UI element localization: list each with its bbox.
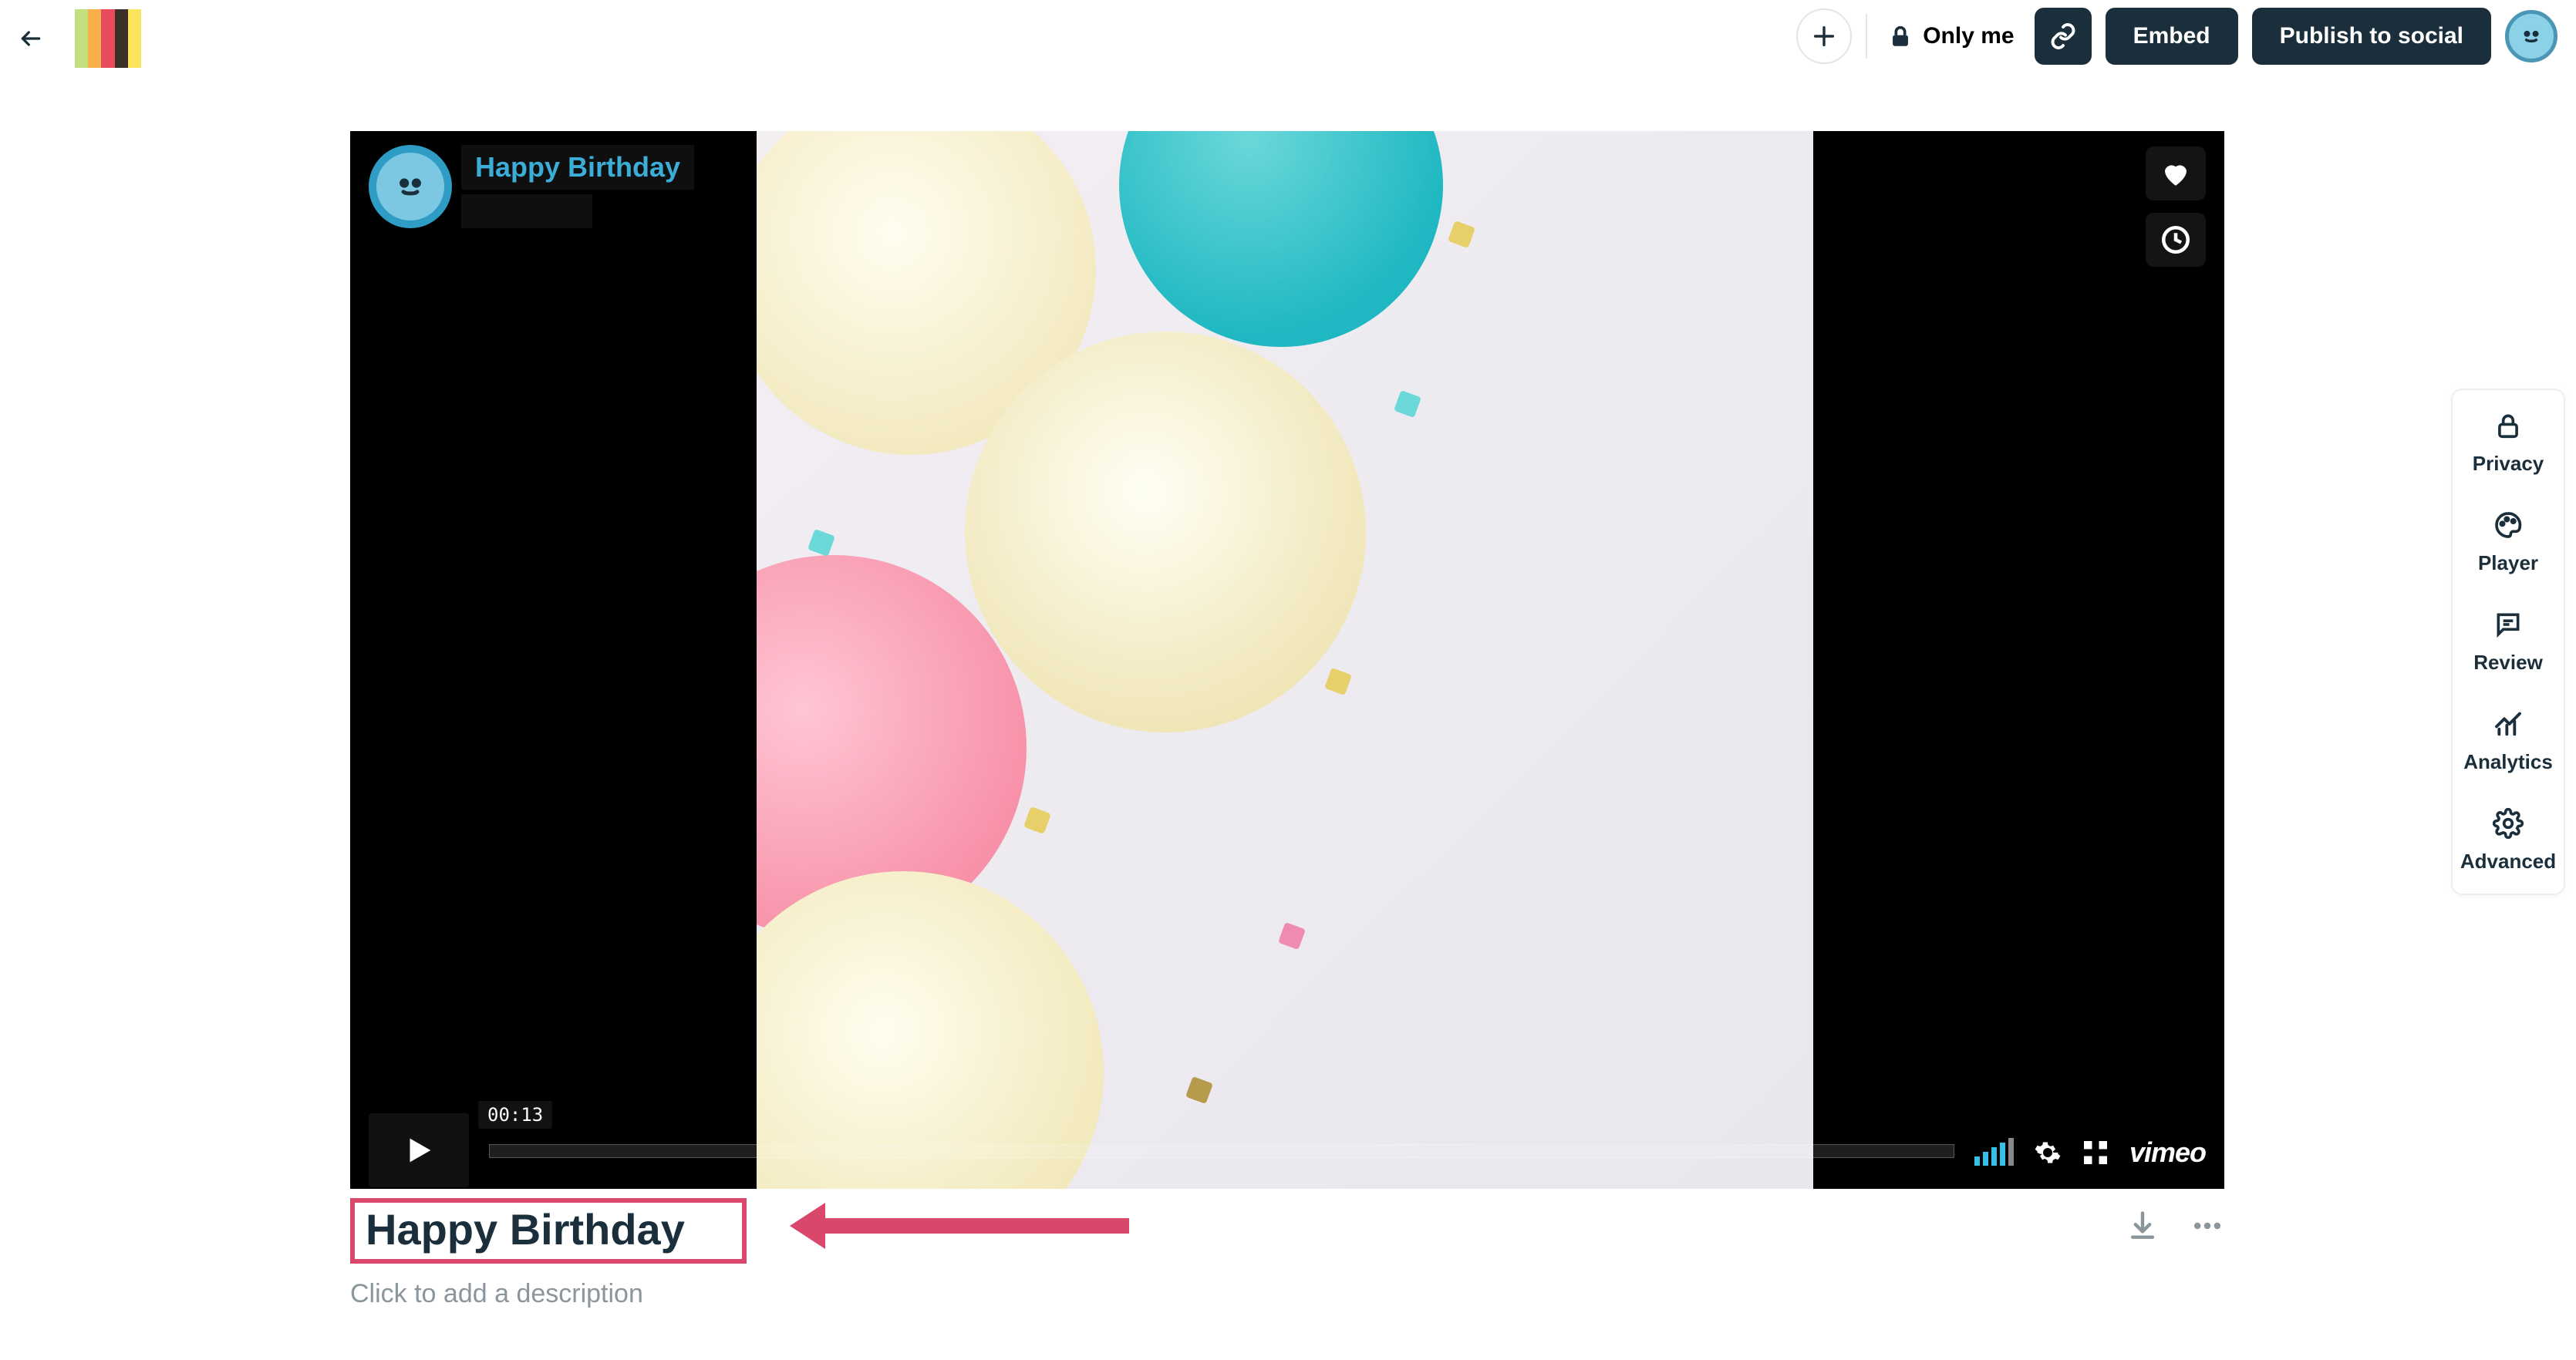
overlay-owner-name[interactable]: [461, 194, 592, 228]
clock-icon: [2160, 224, 2192, 256]
player-controls: 00:13 vimeo: [350, 1112, 2224, 1189]
video-player[interactable]: Happy Birthday 00:13: [350, 131, 2224, 1189]
copy-link-button[interactable]: [2035, 8, 2092, 65]
sidebar-item-privacy[interactable]: Privacy: [2453, 410, 2564, 476]
sidebar-item-player[interactable]: Player: [2453, 510, 2564, 575]
download-button[interactable]: [2126, 1209, 2160, 1243]
arrow-left-icon: [19, 26, 43, 51]
below-actions: [2126, 1209, 2224, 1243]
overlay-video-title[interactable]: Happy Birthday: [461, 145, 694, 190]
like-button[interactable]: [2146, 146, 2206, 200]
fullscreen-button[interactable]: [2082, 1139, 2109, 1166]
palette-icon: [2493, 510, 2524, 540]
ellipsis-icon: [2190, 1209, 2224, 1243]
video-stage: Happy Birthday 00:13: [350, 131, 2224, 1189]
progress-bar[interactable]: [489, 1144, 1954, 1158]
heart-icon: [2160, 157, 2192, 190]
timecode: 00:13: [478, 1101, 552, 1129]
sidebar-item-label: Privacy: [2473, 452, 2544, 476]
trend-icon: [2493, 709, 2524, 739]
vimeo-watermark[interactable]: vimeo: [2129, 1136, 2206, 1169]
embed-button[interactable]: Embed: [2106, 8, 2238, 65]
fullscreen-icon: [2082, 1139, 2109, 1166]
back-button[interactable]: [15, 23, 46, 54]
link-icon: [2049, 22, 2077, 50]
privacy-selector[interactable]: Only me: [1881, 23, 2020, 49]
watch-later-button[interactable]: [2146, 213, 2206, 267]
volume-control[interactable]: [1974, 1140, 2014, 1166]
annotation-arrow: [821, 1218, 1129, 1234]
publish-label: Publish to social: [2280, 23, 2463, 49]
sidebar-item-label: Analytics: [2463, 750, 2553, 774]
below-player: Click to add a description: [350, 1198, 2224, 1309]
sidebar-item-review[interactable]: Review: [2453, 609, 2564, 675]
brand-logo[interactable]: [62, 9, 154, 68]
lock-icon: [1887, 23, 1913, 49]
sidebar-item-label: Player: [2478, 551, 2538, 575]
title-edit-highlight: [350, 1198, 747, 1264]
privacy-label: Only me: [1923, 23, 2014, 49]
sidebar-item-label: Advanced: [2460, 850, 2556, 874]
plus-icon: [1811, 23, 1837, 49]
divider: [1866, 14, 1867, 59]
secondary-controls: vimeo: [1974, 1136, 2206, 1169]
top-bar: Only me Embed Publish to social: [0, 0, 2576, 77]
embed-label: Embed: [2133, 23, 2210, 49]
settings-sidebar: Privacy Player Review Analytics Advanced: [2451, 389, 2565, 895]
publish-button[interactable]: Publish to social: [2252, 8, 2491, 65]
sidebar-item-label: Review: [2473, 651, 2543, 675]
sidebar-item-advanced[interactable]: Advanced: [2453, 808, 2564, 874]
download-icon: [2126, 1209, 2160, 1243]
overlay-owner-badge: Happy Birthday: [369, 145, 694, 228]
description-placeholder[interactable]: Click to add a description: [350, 1279, 2224, 1309]
add-button[interactable]: [1796, 8, 1852, 64]
settings-button[interactable]: [2034, 1139, 2062, 1166]
top-right-controls: Only me Embed Publish to social: [1796, 8, 2557, 65]
video-thumbnail: [757, 131, 1813, 1189]
user-avatar[interactable]: [2505, 10, 2557, 62]
sidebar-item-analytics[interactable]: Analytics: [2453, 709, 2564, 774]
overlay-actions: [2146, 146, 2206, 267]
overlay-avatar[interactable]: [369, 145, 452, 228]
video-title-input[interactable]: [366, 1204, 728, 1254]
face-icon: [2517, 22, 2546, 51]
chat-icon: [2493, 609, 2524, 640]
play-icon: [401, 1133, 437, 1168]
lock-icon: [2493, 410, 2524, 441]
more-button[interactable]: [2190, 1209, 2224, 1243]
gear-icon: [2493, 808, 2524, 839]
gear-icon: [2034, 1139, 2062, 1166]
play-button[interactable]: [369, 1113, 469, 1187]
face-icon: [389, 166, 431, 207]
